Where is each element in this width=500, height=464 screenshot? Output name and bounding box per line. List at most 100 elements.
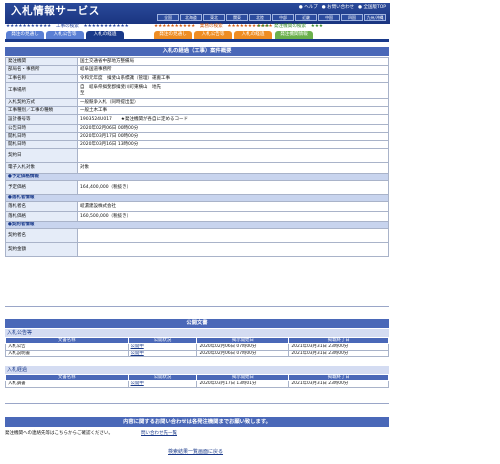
detail-key: 開札日時 [5, 140, 78, 149]
area-tohoku[interactable]: 東北 [203, 14, 225, 21]
doc-name: 入札説明書 [5, 349, 129, 357]
detail-value: 2020年02月06日 00時00分 [77, 124, 389, 133]
detail-row: 契約金額 [5, 242, 389, 257]
docs-row: 入札説明書 公開中 2020年02月06日 07時00分 2021年03月31日 23… [5, 349, 389, 357]
result-subheading: 入札経過 [5, 366, 389, 374]
detail-value: 2020年03月17日 00時00分 [77, 132, 389, 141]
detail-value: 164,400,000（税抜き） [77, 180, 389, 195]
doc-name: 入札調書 [5, 380, 129, 388]
detail-value: 岐阜国道事務所 [77, 65, 389, 75]
tab-service-results[interactable]: 入札の経過 [234, 31, 272, 39]
detail-value: 160,500,000（税抜き） [77, 211, 389, 222]
detail-group-label: ●契約者情報 [5, 221, 389, 229]
detail-key: 発注機関 [5, 57, 78, 66]
detail-key: 落札者名 [5, 201, 78, 212]
docs-row: 入札調書 公開中 2020年03月17日 13時01分 2021年03月31日 23時… [5, 380, 389, 388]
detail-key: 設計番号等 [5, 114, 78, 125]
area-kinki[interactable]: 近畿 [295, 14, 317, 21]
doc-date: 2021年03月31日 23時00分 [288, 349, 389, 357]
divider [5, 306, 389, 307]
announce-subheading: 入札公告等 [5, 329, 389, 337]
detail-row: 契約日 [5, 148, 389, 163]
result-docs-table: 文書名称 公開状況 掲示開始日 掲載終了日 入札調書 公開中 2020年03月17日 13時… [5, 373, 389, 388]
detail-key: 工事種別／工事の種類 [5, 106, 78, 115]
detail-row: 落札価格 160,500,000（税抜き） [5, 211, 389, 222]
detail-row: 電子入札対象 対象 [5, 162, 389, 174]
tab-construction-notices[interactable]: 入札公告等 [46, 31, 84, 39]
detail-row: 工事場所自 岐阜県揖斐郡揖斐川町東横山 地先至 [5, 82, 389, 99]
area-hokkaido[interactable]: 北海道 [180, 14, 202, 21]
tab-orderer-info[interactable]: 発注機関情報 [275, 31, 313, 39]
orderer-search-heading: ★★★ 発注機関の検索 ★★★ [257, 24, 324, 29]
detail-value: 国土交通省中部地方整備局 [77, 57, 389, 66]
contact-text: 発注機関への連絡先等はこちらからご確認ください。 [5, 431, 113, 436]
doc-date: 2020年03月17日 13時01分 [196, 380, 290, 388]
tab-construction-results[interactable]: 入札の経過 [86, 31, 124, 39]
detail-row: 開札日時 2020年03月17日 00時00分 [5, 132, 389, 141]
service-search-heading: ★★★★★★★★★★ 業務の検索 ★★★★★★★★★★★ [154, 24, 273, 29]
detail-value-line: 至 [80, 90, 85, 96]
detail-key: 契約日 [5, 148, 78, 163]
site-logo[interactable]: 入札情報サービス [11, 5, 100, 18]
detail-key: 契約者名 [5, 228, 78, 243]
detail-key: 工事名称 [5, 74, 78, 83]
detail-key: 入札契約方式 [5, 98, 78, 107]
public-status-link[interactable]: 公開中 [127, 349, 198, 357]
area-kanto[interactable]: 関東 [226, 14, 248, 21]
help-link[interactable]: ● ヘルプ [299, 5, 318, 10]
area-selector: 全国 北海道 東北 関東 北陸 中部 近畿 中国 四国 九州/沖縄 [157, 14, 386, 21]
tab-underline [5, 39, 389, 42]
detail-group-row: ●予定価格情報 [5, 173, 389, 181]
detail-value: 対象 [77, 162, 389, 174]
inquiry-link[interactable]: ● お問い合わせ [322, 5, 354, 10]
detail-value: 令和元年度 揖斐山系標識（管理）運搬工事 [77, 74, 389, 83]
area-shikoku[interactable]: 四国 [341, 14, 363, 21]
detail-value: 1903524U017 ★発注機関が各自に定めるコード [77, 114, 389, 125]
detail-value: 一般土木工事 [77, 106, 389, 115]
detail-group-label: ●落札者情報 [5, 194, 389, 202]
area-national[interactable]: 全国 [157, 14, 179, 21]
tab-service-notices[interactable]: 入札公告等 [194, 31, 232, 39]
announce-docs-table: 文書名称 公開状況 掲示開始日 掲載終了日 入札公告 公開中 2020年02月06日 07時… [5, 336, 389, 357]
detail-group-label: ●予定価格情報 [5, 173, 389, 181]
header-bar: 入札情報サービス ● ヘルプ ● お問い合わせ ● 全国版TOP 全国 北海道 … [5, 3, 390, 24]
detail-key: 部局名・事務所 [5, 65, 78, 75]
detail-row: 発注機関 国土交通省中部地方整備局 [5, 57, 389, 66]
contact-list-link[interactable]: 問い合わせ先一覧 [141, 431, 177, 436]
divider [5, 403, 389, 404]
detail-value: 一般競争入札（同時提出型） [77, 98, 389, 107]
detail-group-row: ●契約者情報 [5, 221, 389, 229]
docs-title: 公開文書 [5, 319, 389, 328]
detail-key: 電子入札対象 [5, 162, 78, 174]
detail-row: 落札者名 岐濃建設株式会社 [5, 201, 389, 212]
tab-construction-outlook[interactable]: 発注の見通し [6, 31, 44, 39]
area-chubu[interactable]: 中部 [272, 14, 294, 21]
detail-table: 発注機関 国土交通省中部地方整備局 部局名・事務所 岐阜国道事務所 工事名称 令和元年度 … [5, 57, 389, 257]
tab-service-outlook[interactable]: 発注の見通し [154, 31, 192, 39]
detail-row: 設計番号等 1903524U017 ★発注機関が各自に定めるコード [5, 114, 389, 125]
detail-key: 予定価格 [5, 180, 78, 195]
area-hokuriku[interactable]: 北陸 [249, 14, 271, 21]
area-kyushu[interactable]: 九州/沖縄 [364, 14, 386, 21]
detail-row: 工事種別／工事の種類 一般土木工事 [5, 106, 389, 115]
detail-key: 工事場所 [5, 82, 78, 99]
detail-value: 2020年03月16日 13時00分 [77, 140, 389, 149]
back-to-results-link[interactable]: 検索結果一覧画面に戻る [168, 449, 223, 455]
area-chugoku[interactable]: 中国 [318, 14, 340, 21]
detail-key: 契約金額 [5, 242, 78, 257]
doc-date: 2020年02月06日 07時00分 [196, 349, 290, 357]
detail-value: 自 岐阜県揖斐郡揖斐川町東横山 地先至 [77, 82, 389, 99]
detail-row: 開札日時 2020年03月16日 13時00分 [5, 140, 389, 149]
detail-value: 岐濃建設株式会社 [77, 201, 389, 212]
doc-date: 2021年03月31日 23時00分 [288, 380, 389, 388]
detail-key: 落札価格 [5, 211, 78, 222]
construction-search-heading: ★★★★★★★★★★★ 工事の検索 ★★★★★★★★★★★ [6, 24, 129, 29]
detail-row: 予定価格 164,400,000（税抜き） [5, 180, 389, 195]
detail-row: 部局名・事務所 岐阜国道事務所 [5, 65, 389, 75]
public-status-link[interactable]: 公開中 [127, 380, 198, 388]
top-links: ● ヘルプ ● お問い合わせ ● 全国版TOP [299, 5, 386, 10]
contact-banner: 内容に関するお問い合わせは各発注機関までお願い致します。 [5, 417, 389, 427]
detail-value [77, 148, 389, 163]
national-top-link[interactable]: ● 全国版TOP [358, 5, 386, 10]
detail-title: 入札の経過（工事）案件概要 [5, 47, 389, 56]
